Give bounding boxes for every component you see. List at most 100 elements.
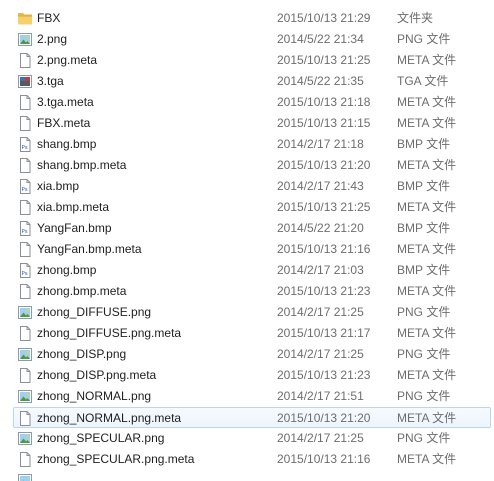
photoshop-file-icon: Ps xyxy=(17,221,33,236)
file-date: 2015/10/13 21:16 xyxy=(277,239,370,260)
file-type: BMP 文件 xyxy=(397,260,450,281)
file-row[interactable]: zhong_DISP.png.meta 2015/10/13 21:23 MET… xyxy=(0,365,494,386)
file-date: 2015/10/13 21:23 xyxy=(277,365,370,386)
file-row[interactable]: FBX.meta 2015/10/13 21:15 META 文件 xyxy=(0,113,494,134)
image-file-icon xyxy=(17,32,33,47)
file-type: BMP 文件 xyxy=(397,134,450,155)
file-name: YangFan.bmp xyxy=(37,218,112,239)
file-row[interactable]: Ps YangFan.bmp 2014/5/22 21:20 BMP 文件 xyxy=(0,218,494,239)
folder-icon xyxy=(17,11,33,26)
file-row[interactable]: zhong_SPECULAR.png.meta 2015/10/13 21:16… xyxy=(0,449,494,470)
blank-file-icon xyxy=(17,53,33,68)
file-date: 2014/2/17 21:43 xyxy=(277,176,364,197)
file-date: 2014/2/17 21:25 xyxy=(277,344,364,365)
file-name: 2.png.meta xyxy=(37,50,97,71)
file-date: 2014/2/17 21:25 xyxy=(277,428,364,449)
file-name: zhong.bmp xyxy=(37,260,96,281)
file-name: zhong.bmp.meta xyxy=(37,281,126,302)
file-type: PNG 文件 xyxy=(397,29,450,50)
blank-file-icon xyxy=(17,95,33,110)
blank-file-icon xyxy=(17,452,33,467)
file-date: 2015/10/13 21:25 xyxy=(277,197,370,218)
photoshop-file-icon: Ps xyxy=(17,179,33,194)
image-file-icon xyxy=(17,431,33,446)
file-name: xia.bmp.meta xyxy=(37,197,109,218)
file-date: 2015/10/13 21:29 xyxy=(277,8,370,29)
blank-file-icon xyxy=(17,242,33,257)
blank-file-icon xyxy=(17,284,33,299)
file-date: 2014/2/17 21:03 xyxy=(277,260,364,281)
file-list: FBX 2015/10/13 21:29 文件夹 2.png 2014/5/22… xyxy=(0,8,494,481)
image-file-icon xyxy=(17,389,33,404)
file-row[interactable]: xia.bmp.meta 2015/10/13 21:25 META 文件 xyxy=(0,197,494,218)
tga-file-icon xyxy=(17,74,33,89)
file-type: META 文件 xyxy=(397,50,456,71)
file-row-fbx-folder[interactable]: FBX 2015/10/13 21:29 文件夹 xyxy=(0,8,494,29)
file-type: META 文件 xyxy=(397,281,456,302)
file-name: 2.png xyxy=(37,29,67,50)
photoshop-file-icon: Ps xyxy=(17,263,33,278)
blank-file-icon xyxy=(17,116,33,131)
file-row[interactable]: 3.tga 2014/5/22 21:35 TGA 文件 xyxy=(0,71,494,92)
file-type: META 文件 xyxy=(397,197,456,218)
file-name: zhong_DISP.png xyxy=(37,344,126,365)
blank-file-icon xyxy=(17,326,33,341)
file-date: 2014/5/22 21:20 xyxy=(277,218,364,239)
file-name: shang.bmp.meta xyxy=(37,155,126,176)
file-type: META 文件 xyxy=(397,449,456,470)
blank-file-icon xyxy=(17,158,33,173)
svg-text:Ps: Ps xyxy=(22,229,28,235)
file-name: zhong_DIFFUSE.png.meta xyxy=(37,323,181,344)
file-row[interactable]: 3.tga.meta 2015/10/13 21:18 META 文件 xyxy=(0,92,494,113)
svg-text:Ps: Ps xyxy=(22,271,28,277)
file-name: 3.tga xyxy=(37,71,64,92)
blank-file-icon xyxy=(17,368,33,383)
file-row[interactable]: zhong_NORMAL.png 2014/2/17 21:51 PNG 文件 xyxy=(0,386,494,407)
file-name: zhong_DISP.png.meta xyxy=(37,365,156,386)
file-type: META 文件 xyxy=(397,323,456,344)
image-file-icon xyxy=(17,305,33,320)
file-row-selected[interactable]: zhong_NORMAL.png.meta 2015/10/13 21:20 M… xyxy=(13,407,491,428)
file-type: PNG 文件 xyxy=(397,302,450,323)
file-date: 2015/10/13 21:18 xyxy=(277,92,370,113)
file-name: FBX.meta xyxy=(37,113,90,134)
file-name: 3.tga.meta xyxy=(37,92,94,113)
file-type: TGA 文件 xyxy=(397,71,448,92)
file-row[interactable]: zhong_DIFFUSE.png.meta 2015/10/13 21:17 … xyxy=(0,323,494,344)
file-row[interactable]: shang.bmp.meta 2015/10/13 21:20 META 文件 xyxy=(0,155,494,176)
file-name: zhong_NORMAL.png.meta xyxy=(37,408,181,429)
svg-text:Ps: Ps xyxy=(22,187,28,193)
file-date: 2015/10/13 21:25 xyxy=(277,50,370,71)
file-date: 2015/10/13 21:17 xyxy=(277,323,370,344)
file-row[interactable]: Ps shang.bmp 2014/2/17 21:18 BMP 文件 xyxy=(0,134,494,155)
file-row[interactable]: zhong_DISP.png 2014/2/17 21:25 PNG 文件 xyxy=(0,344,494,365)
file-date: 2015/10/13 21:23 xyxy=(277,281,370,302)
file-row[interactable]: 2.png.meta 2015/10/13 21:25 META 文件 xyxy=(0,50,494,71)
file-name: zhong_DIFFUSE.png xyxy=(37,302,151,323)
file-name: shang.bmp xyxy=(37,134,96,155)
file-row[interactable]: zhong_DIFFUSE.png 2014/2/17 21:25 PNG 文件 xyxy=(0,302,494,323)
file-type: PNG 文件 xyxy=(397,386,450,407)
file-date: 2014/5/22 21:35 xyxy=(277,71,364,92)
image-file-icon xyxy=(17,347,33,362)
file-type: META 文件 xyxy=(397,113,456,134)
file-name: zhong_SPECULAR.png.meta xyxy=(37,449,194,470)
svg-text:Ps: Ps xyxy=(22,145,28,151)
file-date: 2015/10/13 21:16 xyxy=(277,449,370,470)
blank-file-icon xyxy=(17,200,33,215)
file-date: 2015/10/13 21:15 xyxy=(277,113,370,134)
file-name: zhong_NORMAL.png xyxy=(37,386,151,407)
file-date: 2014/2/17 21:51 xyxy=(277,386,364,407)
file-type: BMP 文件 xyxy=(397,176,450,197)
file-name: zhong_SPECULAR.png xyxy=(37,428,164,449)
file-row[interactable]: Ps xia.bmp 2014/2/17 21:43 BMP 文件 xyxy=(0,176,494,197)
blank-file-icon xyxy=(17,411,33,426)
file-row-partial[interactable] xyxy=(0,470,494,481)
file-row[interactable]: zhong.bmp.meta 2015/10/13 21:23 META 文件 xyxy=(0,281,494,302)
file-row[interactable]: 2.png 2014/5/22 21:34 PNG 文件 xyxy=(0,29,494,50)
file-row[interactable]: Ps zhong.bmp 2014/2/17 21:03 BMP 文件 xyxy=(0,260,494,281)
file-row[interactable]: zhong_SPECULAR.png 2014/2/17 21:25 PNG 文… xyxy=(0,428,494,449)
photoshop-file-icon: Ps xyxy=(17,137,33,152)
file-row[interactable]: YangFan.bmp.meta 2015/10/13 21:16 META 文… xyxy=(0,239,494,260)
file-date: 2014/5/22 21:34 xyxy=(277,29,364,50)
